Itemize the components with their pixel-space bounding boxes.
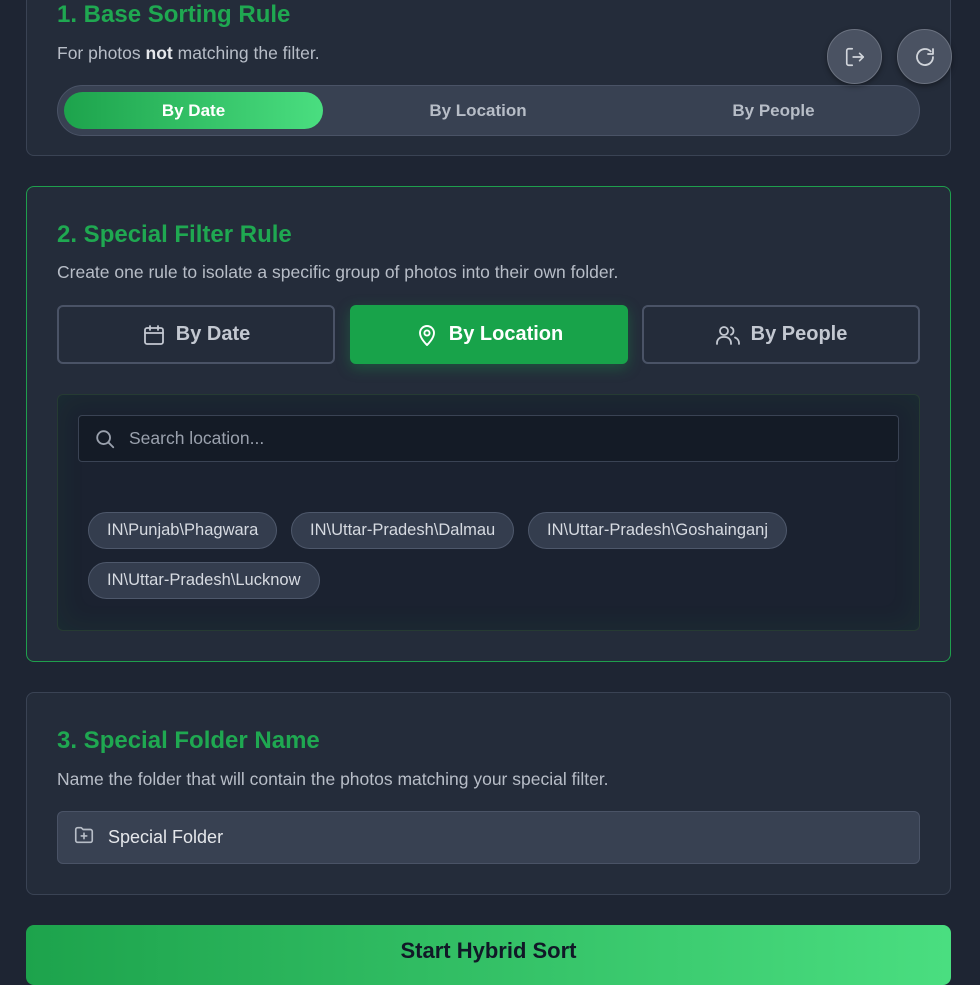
special-filter-card: 2. Special Filter Rule Create one rule t… [26,186,951,662]
filter-tab-date[interactable]: By Date [57,305,335,364]
filter-tab-people[interactable]: By People [642,305,920,364]
filter-tab-date-label: By Date [175,323,251,345]
folder-name-card: 3. Special Folder Name Name the folder t… [26,692,951,895]
folder-name-input[interactable] [108,812,908,863]
logout-icon [844,46,866,68]
base-sort-option-date[interactable]: By Date [64,92,323,129]
special-filter-title: 2. Special Filter Rule [57,221,292,248]
logout-button[interactable] [827,29,882,84]
base-sorting-description: For photos not matching the filter. [57,43,320,63]
refresh-icon [913,45,937,69]
location-search-input[interactable] [129,416,889,461]
users-icon [715,323,741,347]
search-icon [94,428,116,450]
base-sorting-title: 1. Base Sorting Rule [57,1,291,28]
start-hybrid-sort-button[interactable]: Start Hybrid Sort [26,925,951,985]
base-sort-option-location[interactable]: By Location [343,92,613,129]
map-pin-icon [415,323,439,347]
calendar-icon [142,323,166,347]
base-sort-option-people[interactable]: By People [636,92,911,129]
location-chip[interactable]: IN\Uttar-Pradesh\Lucknow [88,562,320,599]
location-search-box [78,415,899,462]
folder-name-title: 3. Special Folder Name [57,727,320,754]
filter-tab-location[interactable]: By Location [350,305,628,364]
location-chip[interactable]: IN\Uttar-Pradesh\Goshainganj [528,512,788,549]
folder-name-field [57,811,920,864]
filter-tab-location-label: By Location [448,323,564,345]
special-filter-description: Create one rule to isolate a specific gr… [57,262,619,282]
location-filter-panel: IN\Punjab\Phagwara IN\Uttar-Pradesh\Dalm… [57,394,920,631]
folder-plus-icon [73,824,95,846]
base-sorting-card: 1. Base Sorting Rule For photos not matc… [26,0,951,156]
location-chip[interactable]: IN\Punjab\Phagwara [88,512,278,549]
filter-tab-people-label: By People [750,323,848,345]
base-sort-segmented-control: By Date By Location By People [57,85,920,136]
start-hybrid-sort-label: Start Hybrid Sort [400,938,577,963]
folder-name-description: Name the folder that will contain the ph… [57,769,609,789]
location-chip[interactable]: IN\Uttar-Pradesh\Dalmau [291,512,515,549]
refresh-button[interactable] [897,29,952,84]
